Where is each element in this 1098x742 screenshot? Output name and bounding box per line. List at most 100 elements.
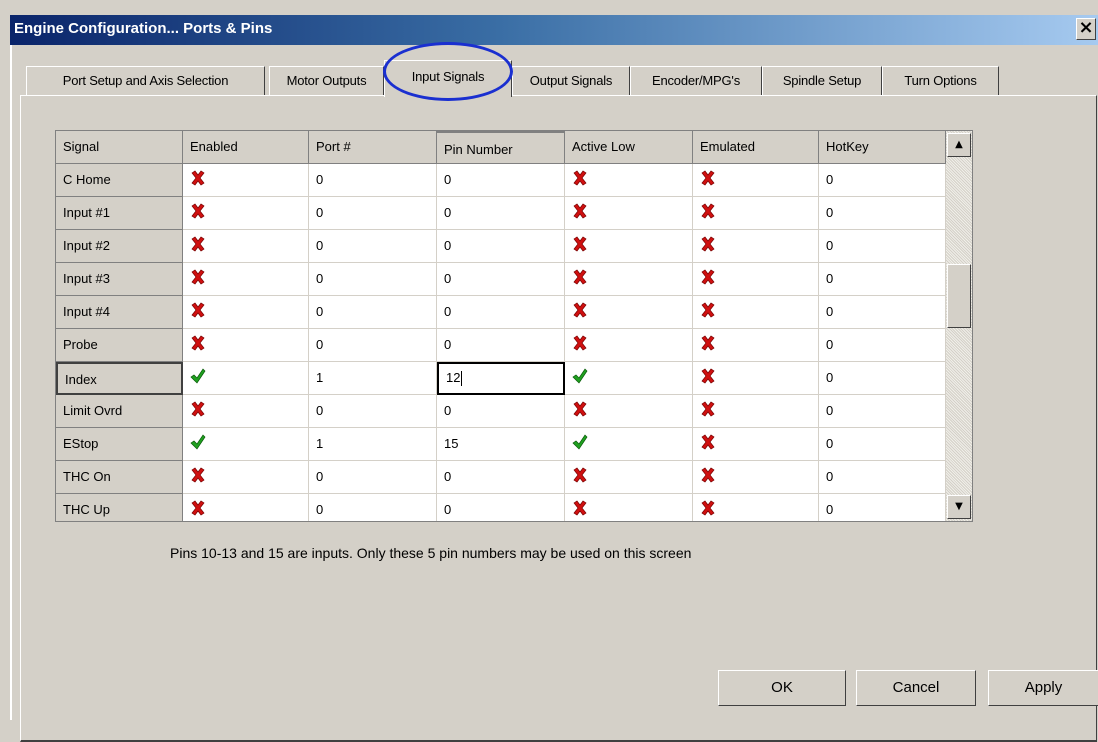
column-header-signal[interactable]: Signal — [56, 131, 183, 164]
cell-pin-number[interactable]: 0 — [437, 395, 565, 428]
cell-emulated[interactable] — [693, 263, 819, 296]
cell-port[interactable]: 1 — [309, 362, 437, 395]
cell-port[interactable]: 0 — [309, 296, 437, 329]
apply-button[interactable]: Apply — [988, 670, 1098, 706]
cell-emulated[interactable] — [693, 461, 819, 494]
column-header-emulated[interactable]: Emulated — [693, 131, 819, 164]
cell-emulated[interactable] — [693, 362, 819, 395]
cell-pin-number[interactable]: 12 — [437, 362, 565, 395]
cell-hotkey[interactable]: 0 — [819, 395, 946, 428]
cell-enabled[interactable] — [183, 197, 309, 230]
cell-hotkey[interactable]: 0 — [819, 362, 946, 395]
cell-enabled[interactable] — [183, 329, 309, 362]
ok-button[interactable]: OK — [718, 670, 846, 706]
cell-hotkey[interactable]: 0 — [819, 461, 946, 494]
cell-pin-number[interactable]: 15 — [437, 428, 565, 461]
cell-active-low[interactable] — [565, 428, 693, 461]
cell-active-low[interactable] — [565, 263, 693, 296]
column-header-hotkey[interactable]: HotKey — [819, 131, 946, 164]
cell-enabled[interactable] — [183, 494, 309, 521]
column-header-active-low[interactable]: Active Low — [565, 131, 693, 164]
cell-port[interactable]: 0 — [309, 197, 437, 230]
cell-hotkey-text: 0 — [826, 172, 834, 187]
cell-hotkey-text: 0 — [826, 337, 834, 352]
cell-active-low[interactable] — [565, 230, 693, 263]
close-button[interactable]: × — [1076, 18, 1096, 40]
x-icon — [573, 170, 587, 186]
cell-enabled[interactable] — [183, 461, 309, 494]
cell-pin-number[interactable]: 0 — [437, 164, 565, 197]
vertical-scrollbar[interactable]: ▲ ▼ — [946, 131, 972, 521]
cell-active-low[interactable] — [565, 461, 693, 494]
tab-port-setup[interactable]: Port Setup and Axis Selection — [26, 66, 265, 95]
column-header-port[interactable]: Port # — [309, 131, 437, 164]
tab-turn-options[interactable]: Turn Options — [882, 66, 999, 95]
tab-output-signals[interactable]: Output Signals — [512, 66, 630, 95]
cell-pin-number-text: 0 — [444, 337, 452, 352]
cell-enabled[interactable] — [183, 263, 309, 296]
cell-emulated[interactable] — [693, 296, 819, 329]
check-icon — [190, 434, 206, 450]
cell-pin-number[interactable]: 0 — [437, 296, 565, 329]
cell-hotkey[interactable]: 0 — [819, 164, 946, 197]
cell-pin-number[interactable]: 0 — [437, 263, 565, 296]
tab-spindle-setup[interactable]: Spindle Setup — [762, 66, 882, 95]
cell-hotkey[interactable]: 0 — [819, 296, 946, 329]
cell-pin-number[interactable]: 0 — [437, 494, 565, 521]
tab-motor-outputs[interactable]: Motor Outputs — [269, 66, 384, 95]
cell-active-low[interactable] — [565, 395, 693, 428]
cell-emulated[interactable] — [693, 230, 819, 263]
cell-signal-text: EStop — [63, 436, 99, 451]
cell-pin-number[interactable]: 0 — [437, 461, 565, 494]
cell-hotkey[interactable]: 0 — [819, 230, 946, 263]
cell-port[interactable]: 1 — [309, 428, 437, 461]
cell-active-low[interactable] — [565, 362, 693, 395]
cell-port[interactable]: 0 — [309, 164, 437, 197]
cell-hotkey[interactable]: 0 — [819, 329, 946, 362]
cell-active-low[interactable] — [565, 296, 693, 329]
cell-active-low[interactable] — [565, 494, 693, 521]
cancel-button[interactable]: Cancel — [856, 670, 976, 706]
cell-emulated[interactable] — [693, 197, 819, 230]
cell-active-low[interactable] — [565, 197, 693, 230]
cell-hotkey[interactable]: 0 — [819, 197, 946, 230]
table-row: Input #4 0 0 0 — [56, 296, 946, 329]
cell-emulated[interactable] — [693, 164, 819, 197]
cell-signal: Input #3 — [56, 263, 183, 296]
column-header-pin-number[interactable]: Pin Number — [437, 131, 565, 164]
cell-port[interactable]: 0 — [309, 329, 437, 362]
cell-emulated[interactable] — [693, 494, 819, 521]
cell-enabled[interactable] — [183, 428, 309, 461]
cell-emulated[interactable] — [693, 428, 819, 461]
cell-pin-number-text: 0 — [444, 304, 452, 319]
cell-port[interactable]: 0 — [309, 395, 437, 428]
cell-signal-text: THC Up — [63, 502, 110, 517]
cell-active-low[interactable] — [565, 329, 693, 362]
cell-port-text: 0 — [316, 172, 324, 187]
cell-enabled[interactable] — [183, 395, 309, 428]
cell-port[interactable]: 0 — [309, 461, 437, 494]
cell-port[interactable]: 0 — [309, 263, 437, 296]
tab-encoder-mpg[interactable]: Encoder/MPG's — [630, 66, 762, 95]
cell-signal-text: Input #1 — [63, 205, 110, 220]
cell-port[interactable]: 0 — [309, 230, 437, 263]
cell-enabled[interactable] — [183, 230, 309, 263]
scroll-up-arrow-icon[interactable]: ▲ — [947, 133, 971, 157]
cell-pin-number[interactable]: 0 — [437, 329, 565, 362]
cell-hotkey[interactable]: 0 — [819, 263, 946, 296]
cell-enabled[interactable] — [183, 296, 309, 329]
cell-port[interactable]: 0 — [309, 494, 437, 521]
scroll-thumb[interactable] — [947, 264, 971, 328]
cell-enabled[interactable] — [183, 362, 309, 395]
cell-emulated[interactable] — [693, 395, 819, 428]
cell-hotkey[interactable]: 0 — [819, 494, 946, 521]
x-icon — [191, 467, 205, 483]
cell-emulated[interactable] — [693, 329, 819, 362]
scroll-down-arrow-icon[interactable]: ▼ — [947, 495, 971, 519]
cell-active-low[interactable] — [565, 164, 693, 197]
cell-pin-number[interactable]: 0 — [437, 197, 565, 230]
cell-pin-number[interactable]: 0 — [437, 230, 565, 263]
cell-enabled[interactable] — [183, 164, 309, 197]
cell-hotkey[interactable]: 0 — [819, 428, 946, 461]
column-header-enabled[interactable]: Enabled — [183, 131, 309, 164]
